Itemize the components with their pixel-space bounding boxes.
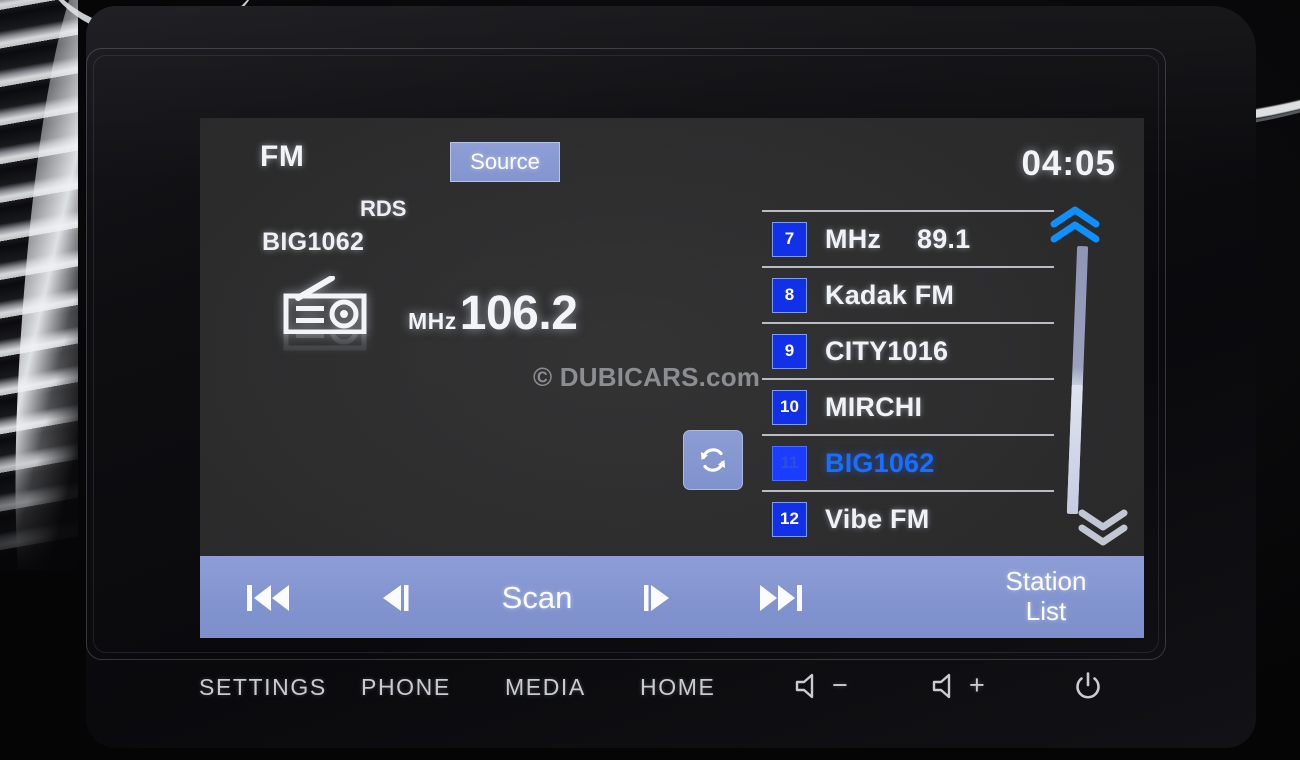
station-list-button[interactable]: Station List	[962, 564, 1130, 630]
preset-number-badge: 11	[772, 445, 807, 481]
frequency-display: MHz 106.2	[408, 286, 578, 341]
station-label: CITY1016	[825, 335, 949, 366]
station-list-item[interactable]: 7 MHz 89.1	[762, 210, 1054, 266]
preset-number-badge: 8	[772, 277, 807, 313]
refresh-icon	[701, 448, 725, 472]
power-button[interactable]	[1072, 670, 1104, 702]
frequency-unit: MHz	[408, 308, 457, 334]
home-button[interactable]: HOME	[640, 674, 715, 701]
next-track-button[interactable]	[752, 578, 810, 618]
hardware-button-row: SETTINGS PHONE MEDIA HOME − +	[150, 660, 1150, 722]
volume-down-icon	[795, 673, 814, 698]
preset-number-badge: 10	[772, 389, 807, 425]
previous-track-icon	[247, 585, 289, 611]
station-list-item[interactable]: 8 Kadak FM	[762, 266, 1054, 322]
clock: 04:05	[1021, 144, 1116, 183]
station-list[interactable]: 7 MHz 89.1 8 Kadak FM 9 CITY1016 10 MIRCH…	[762, 210, 1054, 546]
step-forward-icon	[644, 585, 669, 611]
radio-icon-reflection	[278, 334, 374, 368]
radio-icon	[278, 276, 374, 356]
preset-number-badge: 9	[772, 333, 807, 369]
playback-control-bar: Scan Station List	[200, 556, 1144, 638]
station-frequency-value: 89.1	[917, 223, 971, 254]
source-button[interactable]: Source	[450, 142, 560, 182]
step-backward-icon	[383, 585, 409, 611]
station-list-item[interactable]: 12 Vibe FM	[762, 490, 1054, 546]
band-label: FM	[260, 140, 305, 173]
frequency-value: 106.2	[459, 287, 578, 340]
station-label-text: MHz	[825, 223, 882, 254]
station-label: Vibe FM	[825, 503, 930, 534]
scroll-up-button[interactable]	[1048, 206, 1102, 246]
phone-button[interactable]: PHONE	[361, 674, 451, 701]
scan-button-label: Scan	[501, 580, 573, 615]
volume-down-sign: −	[832, 670, 850, 700]
station-list-item-selected[interactable]: 11 BIG1062	[762, 434, 1054, 490]
scrollbar-thumb[interactable]	[1066, 385, 1083, 515]
air-vent	[0, 0, 78, 570]
watermark: © DUBICARS.com	[533, 362, 761, 392]
station-list-item[interactable]: 9 CITY1016	[762, 322, 1054, 378]
chevron-double-up-icon	[1050, 206, 1100, 243]
scrollbar-track[interactable]	[1066, 245, 1089, 515]
infotainment-screen: FM Source 04:05 RDS BIG1062 MHz 106.2 © …	[200, 118, 1144, 638]
volume-down-button[interactable]: −	[795, 670, 849, 701]
refresh-button[interactable]	[683, 430, 743, 490]
next-track-icon	[760, 585, 802, 611]
station-list-button-line2: List	[1025, 596, 1067, 626]
tune-up-button[interactable]	[632, 578, 684, 618]
current-station-name: BIG1062	[262, 228, 365, 256]
station-label: MIRCHI	[825, 391, 923, 422]
media-button[interactable]: MEDIA	[505, 674, 586, 701]
station-label: BIG1062	[825, 447, 935, 478]
dashboard-background: FM Source 04:05 RDS BIG1062 MHz 106.2 © …	[0, 0, 1300, 760]
source-button-label: Source	[470, 149, 540, 174]
station-list-item[interactable]: 10 MIRCHI	[762, 378, 1054, 434]
rds-indicator: RDS	[360, 196, 407, 221]
station-label: Kadak FM	[825, 279, 955, 310]
volume-up-icon	[932, 673, 951, 698]
air-vent-shadow	[0, 450, 78, 570]
scroll-down-button[interactable]	[1076, 506, 1130, 546]
volume-up-sign: +	[969, 670, 987, 700]
station-list-button-line1: Station	[1005, 566, 1087, 597]
chevron-double-down-icon	[1078, 509, 1128, 546]
volume-up-button[interactable]: +	[932, 670, 986, 701]
scan-button[interactable]: Scan	[462, 574, 612, 622]
previous-track-button[interactable]	[242, 578, 294, 618]
power-icon	[1076, 672, 1100, 699]
tune-down-button[interactable]	[368, 578, 420, 618]
preset-number-badge: 7	[772, 221, 807, 257]
preset-number-badge: 12	[772, 501, 807, 537]
settings-button[interactable]: SETTINGS	[199, 674, 327, 701]
station-label: MHz 89.1	[825, 224, 970, 255]
